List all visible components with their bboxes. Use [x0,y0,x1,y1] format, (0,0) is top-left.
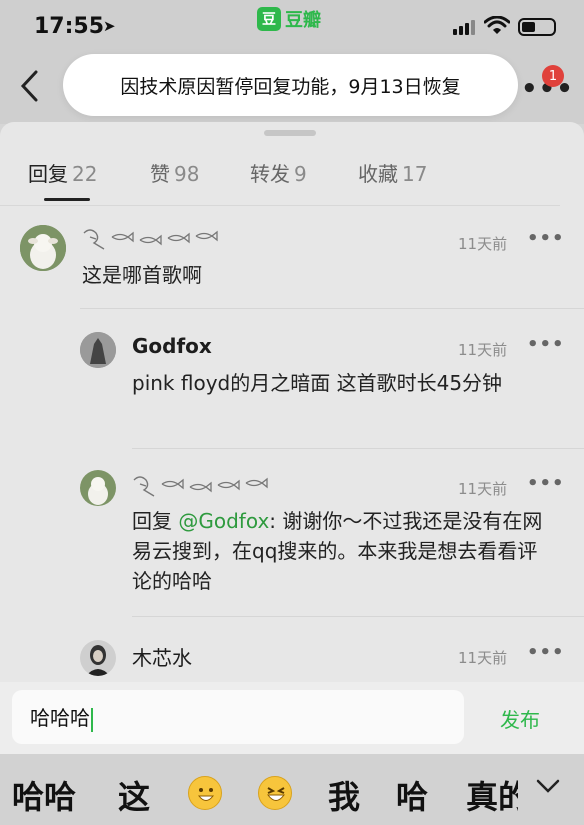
notification-badge: 1 [542,65,564,87]
tab-count: 17 [402,162,428,186]
tab-label: 转发 [250,162,290,186]
comment-more-button[interactable]: ••• [527,334,565,355]
tab-label: 赞 [150,162,170,186]
screen: 17:55 ➤ 豆 豆瓣 ••• 1 因技术原因暂停回复功能，9月13日恢复 回… [0,0,584,825]
app-badge: 豆 豆瓣 [257,6,321,32]
cellular-signal-icon [453,20,475,35]
comment-time: 11天前 [458,649,508,667]
comment-more-button[interactable]: ••• [527,473,565,494]
laughing-emoji-icon[interactable] [258,776,292,810]
comment-text: 这是哪首歌啊 [82,263,202,287]
comment-divider [132,448,584,449]
tab-likes[interactable]: 赞 98 [150,158,199,187]
status-time: 17:55 [34,14,105,39]
tab-replies[interactable]: 回复 22 [28,158,97,187]
tab-favorites[interactable]: 收藏 17 [358,158,427,187]
avatar[interactable] [20,225,66,271]
chevron-left-icon [20,70,38,102]
comment-username[interactable]: Godfox [132,334,212,358]
app-name: 豆瓣 [285,10,321,31]
publish-button[interactable]: 发布 [500,704,540,733]
status-bar: 17:55 ➤ 豆 豆瓣 [0,0,584,52]
suggestion-item[interactable]: 哈 [396,772,428,818]
suggestion-item[interactable]: 这 [118,772,150,818]
reply-input-text: 哈哈哈 [30,706,90,730]
tab-label: 回复 [28,162,68,186]
wifi-icon [483,15,511,40]
tab-bar: 回复 22 赞 98 转发 9 收藏 17 [0,150,584,204]
avatar[interactable] [80,470,116,506]
battery-icon [518,18,556,36]
tab-reposts[interactable]: 转发 9 [250,158,307,187]
comment-time: 11天前 [458,480,508,498]
comment-divider [80,308,584,309]
tab-count: 98 [174,162,200,186]
mention-link[interactable]: @Godfox [178,509,269,533]
avatar[interactable] [80,640,116,676]
avatar[interactable] [80,332,116,368]
douban-logo-icon: 豆 [257,7,281,31]
tab-count: 22 [72,162,98,186]
suggestion-item[interactable]: 我 [328,772,360,818]
keyboard-suggestion-bar: 哈哈 这 我 哈 真的 [0,754,584,825]
tab-label: 收藏 [358,162,398,186]
comment-text: 回复 @Godfox: 谢谢你～不过我还是没有在网易云搜到，在qq搜来的。本来我… [132,506,552,596]
comment-more-button[interactable]: ••• [527,642,565,663]
username-doodle [132,472,282,506]
sheet-drag-handle[interactable] [264,130,316,136]
tab-divider [0,205,560,206]
toast-message: 因技术原因暂停回复功能，9月13日恢复 [63,54,518,116]
comment-divider [132,616,584,617]
suggestion-item[interactable]: 哈哈 [12,772,76,818]
username-doodle [82,225,232,259]
back-button[interactable] [18,68,48,108]
comment-username[interactable]: 木芯水 [132,642,192,671]
chevron-down-icon[interactable] [535,772,561,802]
reply-input-bar: 哈哈哈 发布 [0,682,584,754]
active-tab-indicator [44,198,90,201]
reply-input[interactable]: 哈哈哈 [12,690,464,744]
comment-text: pink floyd的月之暗面 这首歌时长45分钟 [132,371,503,395]
grinning-emoji-icon[interactable] [188,776,222,810]
reply-prefix: 回复 [132,509,179,533]
text-caret [91,707,93,732]
comment-time: 11天前 [458,235,508,253]
location-arrow-icon: ➤ [103,17,116,35]
comment-time: 11天前 [458,341,508,359]
reply-input-value: 哈哈哈 [30,702,93,732]
comments-sheet: 回复 22 赞 98 转发 9 收藏 17 11天前 ••• 这是哪首歌啊 Go… [0,122,584,682]
tab-count: 9 [294,162,307,186]
comment-more-button[interactable]: ••• [527,228,565,249]
suggestion-item[interactable]: 真的 [466,772,518,818]
